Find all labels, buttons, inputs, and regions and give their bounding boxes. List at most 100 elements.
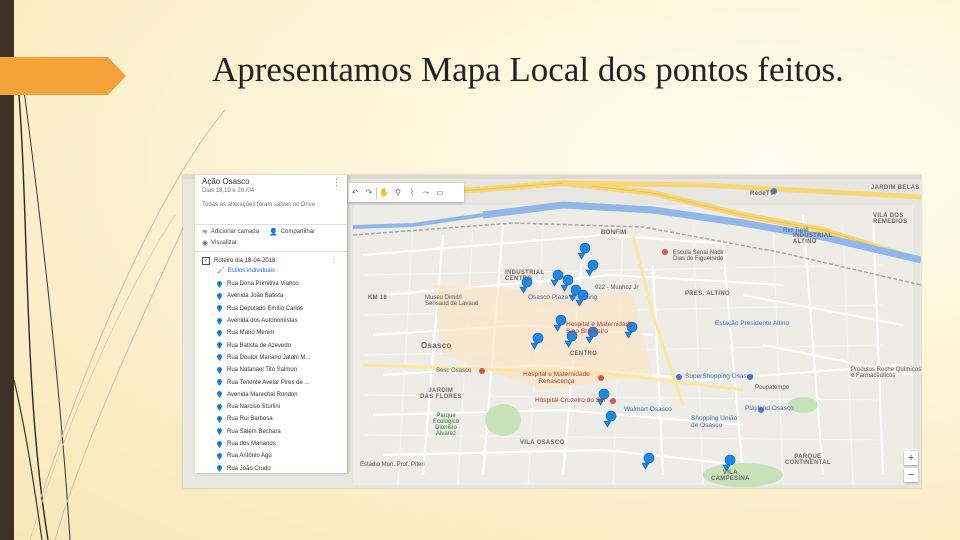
map-label-industrial-altino: INDUSTRIAL ALTINO xyxy=(793,233,833,245)
add-layer-button[interactable]: ≋ Adicionar camada xyxy=(202,228,259,236)
list-item[interactable]: Rua Deputado Emílio Carlos xyxy=(195,303,347,315)
layer-options-icon[interactable]: ⋮ xyxy=(331,257,337,264)
map-pin-icon xyxy=(217,280,222,288)
map-label-osasco-plaza: Osasco Plaza Shopping xyxy=(528,294,598,301)
map-label-estacao: Estação Presidente Altino xyxy=(715,320,790,327)
layer-name[interactable]: Roteiro dia 18-04-2018 xyxy=(214,258,275,264)
map-title[interactable]: Ação Osasco xyxy=(202,177,340,186)
map-label-vila-osasco: VILA OSASCO xyxy=(520,440,565,446)
map-label-sesc: Sesc Osasco xyxy=(436,368,472,374)
person-add-icon: 👤 xyxy=(269,229,278,236)
list-item-label: Rua João Crudo xyxy=(227,465,271,472)
map-pin-icon xyxy=(217,452,222,460)
list-item[interactable]: Rua Rui Barbosa xyxy=(195,413,347,425)
list-item-label: Rua Deputado Emílio Carlos xyxy=(227,305,304,312)
preview-button[interactable]: ◉ Visualizar xyxy=(202,239,237,247)
add-marker-icon[interactable]: ⚲ xyxy=(391,188,405,197)
list-item[interactable]: Rua Dona Primitiva Vianco xyxy=(195,278,347,290)
map-label-rio-tiete: Rio Tietê xyxy=(783,227,809,234)
map-pin-icon xyxy=(217,292,222,300)
list-item-label: Rua Doutor Mariano Jatahi M... xyxy=(227,354,311,361)
list-item-label: Rua Batista de Azevedo xyxy=(227,342,292,349)
map-pin-icon xyxy=(217,342,222,350)
map-label-centro: CENTRO xyxy=(570,351,598,357)
list-item[interactable]: Rua João Crudo xyxy=(195,462,347,473)
list-item-label: Rua Antônio Agú xyxy=(227,453,272,460)
map-label-bonfim: BONFIM xyxy=(601,230,627,236)
measure-icon[interactable]: ▭ xyxy=(433,188,447,197)
layer-header[interactable]: ✓ Roteiro dia 18-04-2018 ⋮ xyxy=(195,256,347,265)
panel-actions: ≋ Adicionar camada 👤 Compartilhar ◉ Visu… xyxy=(195,225,347,252)
add-layer-label: Adicionar camada xyxy=(210,229,259,235)
map-label-jardim-flores: JARDIM DAS FLORES xyxy=(420,388,462,400)
list-item-label: Rua dos Marianos xyxy=(227,441,276,447)
list-item[interactable]: Avenida Marechal Rondon xyxy=(195,389,347,401)
layer-items-list: Rua Dona Primitiva Vianco Avenida João Ba… xyxy=(195,278,347,473)
layer-checkbox[interactable]: ✓ xyxy=(202,256,210,265)
undo-icon[interactable]: ↶ xyxy=(348,188,362,197)
list-item-label: Avenida Marechal Rondon xyxy=(227,391,298,398)
map-label-playland: Playland Osasco xyxy=(745,405,794,412)
map-label-km18: KM 18 xyxy=(368,295,388,301)
map-label-industrial-centro: INDUSTRIAL CENTRO xyxy=(505,270,545,282)
map-label-munhoz: 022 - Munhoz Jr xyxy=(595,285,639,291)
map-label-hospital-2: Hospital e Maternidade Renascença xyxy=(523,371,590,385)
list-item[interactable]: Rua Antônio Agú xyxy=(195,450,347,462)
hand-pan-icon[interactable]: ✋ xyxy=(377,188,391,197)
map-pin-icon xyxy=(217,465,222,473)
layer-section: ✓ Roteiro dia 18-04-2018 ⋮ 🖌 Estilos ind… xyxy=(195,252,347,473)
list-item-label: Avenida dos Autonomistas xyxy=(227,318,298,325)
list-item[interactable]: Avenida João Batista xyxy=(195,290,347,302)
list-item[interactable]: Rua dos Marianos xyxy=(195,438,347,450)
layers-icon: ≋ xyxy=(202,229,208,236)
map-label-walmart: Walmart Osasco xyxy=(624,406,672,413)
list-item[interactable]: Rua Mario Menim xyxy=(195,327,347,339)
map-pin-icon xyxy=(217,317,222,325)
share-button[interactable]: 👤 Compartilhar xyxy=(269,228,315,236)
map-description[interactable]: Dias 18,19 e 20 /04 xyxy=(202,188,340,194)
my-maps-panel: Ação Osasco Dias 18,19 e 20 /04 Todas as… xyxy=(195,175,347,473)
zoom-out-button[interactable]: − xyxy=(904,468,918,482)
map-pin-icon xyxy=(217,391,222,399)
map-screenshot: RedeTV! JARDIM BELAS VILA DOS REMEDIOS I… xyxy=(183,175,921,488)
map-label-estadio: Estádio Mun. Prof. Piteri xyxy=(360,462,425,468)
redo-icon[interactable]: ↷ xyxy=(362,188,376,197)
draw-line-icon[interactable]: ⌇ xyxy=(405,188,419,197)
map-label-escola-senai: Escola Senai Nadir Dias de Figueiredo xyxy=(673,250,725,262)
map-label-parque: Parque Ecológico Dionísio Álvarez xyxy=(433,413,460,437)
panel-header: Ação Osasco Dias 18,19 e 20 /04 Todas as… xyxy=(195,175,347,225)
map-label-poupatempo: Poupatempo xyxy=(755,385,790,391)
map-pin-icon xyxy=(217,366,222,374)
list-item[interactable]: Rua Doutor Mariano Jatahi M... xyxy=(195,352,347,364)
list-item-label: Rua Natanael Tito Salmon xyxy=(227,367,298,374)
add-directions-icon[interactable]: ⤳ xyxy=(419,188,433,198)
list-item[interactable]: Rua Batista de Azevedo xyxy=(195,339,347,351)
eye-icon: ◉ xyxy=(202,240,209,247)
map-label-roche: Produtos Roche Químicos e Farmacêuticos xyxy=(851,367,921,379)
map-label-redetv: RedeTV! xyxy=(750,191,777,197)
list-item[interactable]: Rua Narciso Sturlini xyxy=(195,401,347,413)
map-pin-icon xyxy=(217,415,222,423)
zoom-in-button[interactable]: + xyxy=(904,451,918,465)
list-item[interactable]: Rua Tenente Avelar Pires de ... xyxy=(195,376,347,388)
map-pin-icon xyxy=(217,354,222,362)
slide-title: Apresentamos Mapa Local dos pontos feito… xyxy=(212,50,844,89)
list-item[interactable]: Rua Natanael Tito Salmon xyxy=(195,364,347,376)
list-item[interactable]: Avenida dos Autonomistas xyxy=(195,315,347,327)
list-item[interactable]: Rua Salém Bechara xyxy=(195,426,347,438)
paint-roller-icon: 🖌 xyxy=(217,268,225,274)
list-item-label: Rua Tenente Avelar Pires de ... xyxy=(227,379,310,386)
save-status: Todas as alterações foram salvas no Driv… xyxy=(202,202,316,208)
layer-style-link[interactable]: 🖌 Estilos individuais xyxy=(195,266,347,275)
title-accent-tab xyxy=(0,57,126,95)
list-item-label: Rua Salém Bechara xyxy=(227,428,281,435)
map-label-supershopping: SuperShopping Osasco xyxy=(685,373,754,380)
layer-style-label: Estilos individuais xyxy=(227,267,275,274)
share-label: Compartilhar xyxy=(280,229,316,235)
list-item-label: Avenida João Batista xyxy=(227,293,284,300)
map-label-hospital-cruzeiro: Hospital Cruzeiro do Sul xyxy=(535,397,606,404)
more-options-icon[interactable]: ⋮ xyxy=(332,178,341,187)
map-label-museu: Museu Dimitri Sensaud de Lavaud xyxy=(425,295,479,307)
map-pin-icon xyxy=(217,379,222,387)
map-toolbar: ↶ ↷ ✋ ⚲ ⌇ ⤳ ▭ xyxy=(348,183,464,202)
